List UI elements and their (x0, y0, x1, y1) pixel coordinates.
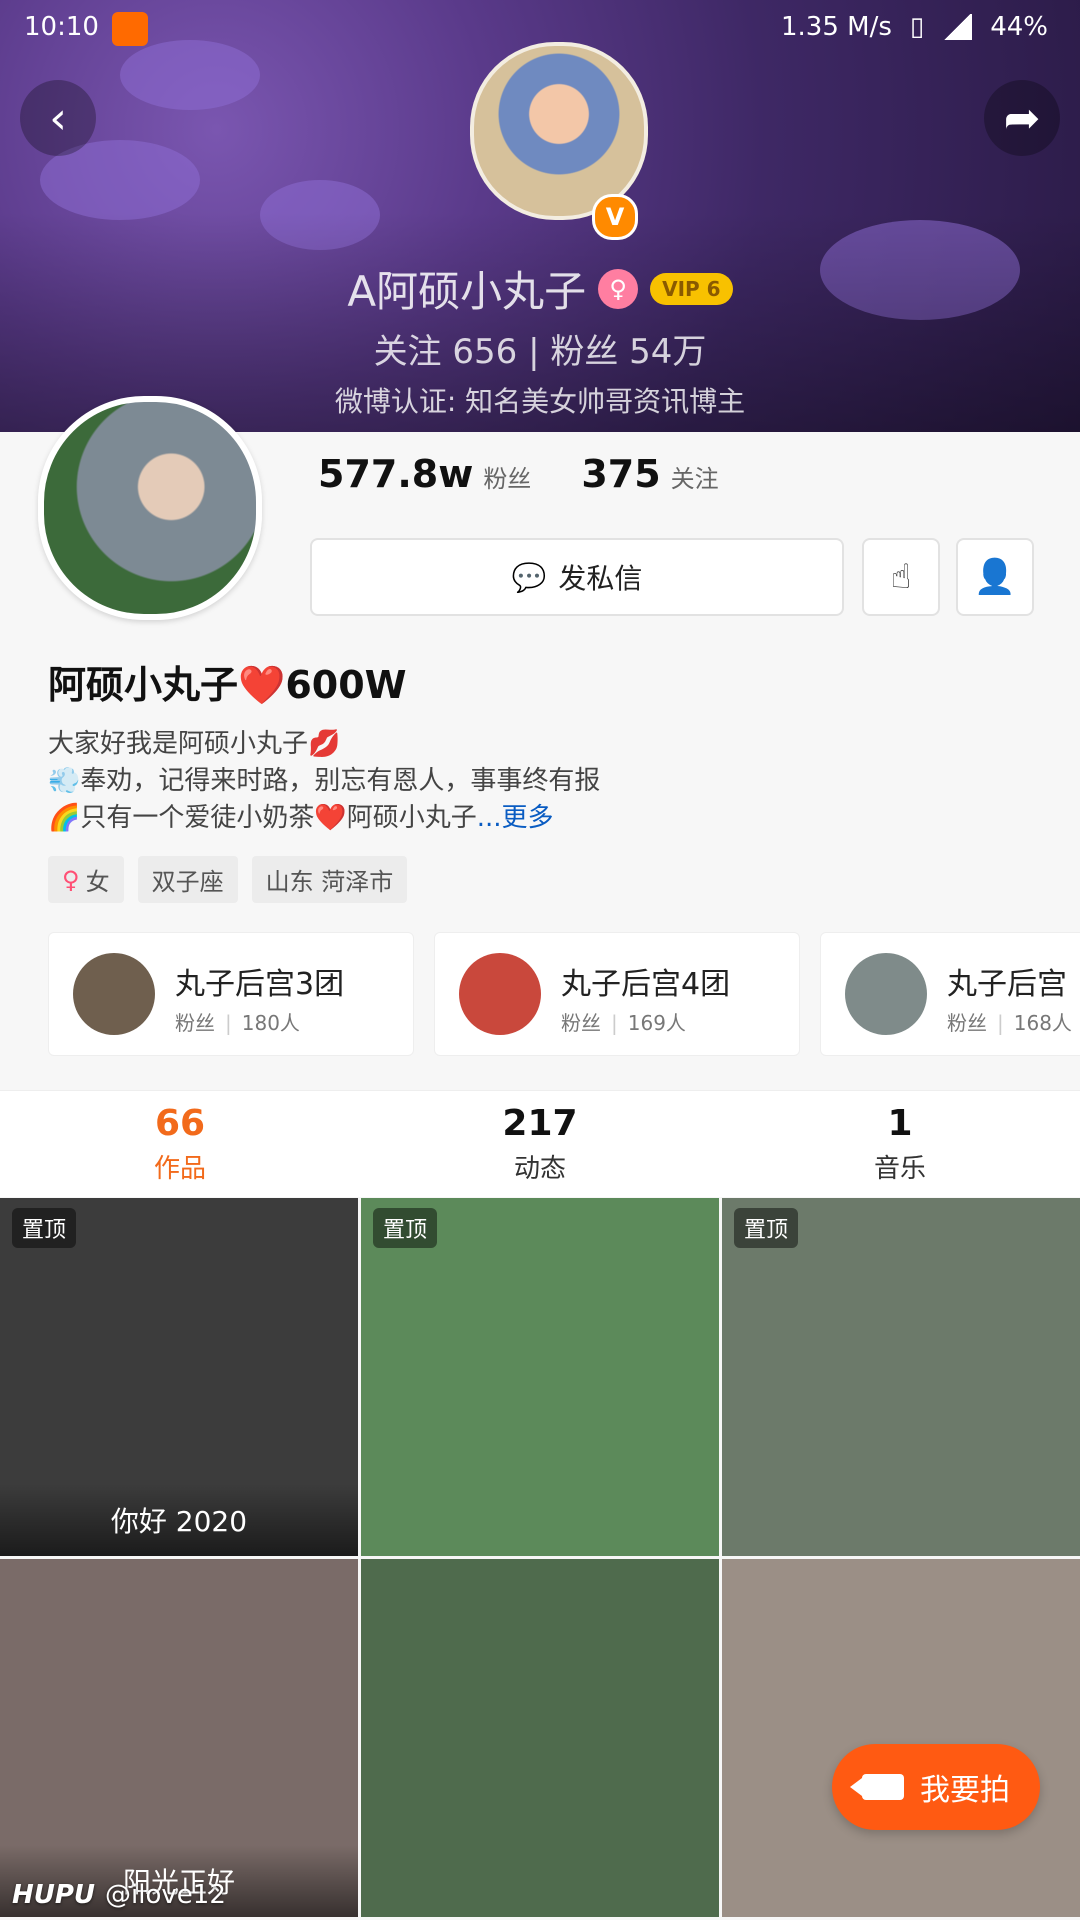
camera-icon (850, 1774, 904, 1800)
tab-updates[interactable]: 217 动态 (360, 1091, 720, 1197)
following-stat[interactable]: 375 关注 (581, 452, 718, 496)
fan-group-count: 169人 (627, 1011, 686, 1035)
fan-groups: 丸子后宫3团 粉丝 | 180人 丸子后宫4团 粉丝 | 169人 丸子后宫 粉丝 | 16… (48, 932, 1080, 1056)
watermark-handle: @ilove12 (105, 1880, 226, 1910)
tab-music[interactable]: 1 音乐 (720, 1091, 1080, 1197)
network-speed: 1.35 M/s (780, 12, 892, 42)
fans-stat[interactable]: 577.8w 粉丝 (318, 452, 531, 496)
female-icon: ♀ (598, 268, 639, 309)
profile-bio: 大家好我是阿硕小丸子💋 💨奉劝，记得来时路，别忘有恩人，事事终有报 🌈只有一个爱… (48, 726, 600, 837)
record-button[interactable]: 我要拍 (832, 1744, 1040, 1830)
banner-username: A阿硕小丸子 (347, 267, 587, 316)
tab-label: 作品 (153, 1154, 206, 1184)
record-label: 我要拍 (920, 1773, 1010, 1808)
video-thumbnail[interactable]: 置顶 (722, 1198, 1080, 1556)
fans-label: 粉丝 (483, 465, 532, 493)
fan-group-count: 180人 (241, 1011, 300, 1035)
status-right: 1.35 M/s ▯ 44% (781, 12, 1048, 42)
fan-group-card[interactable]: 丸子后宫3团 粉丝 | 180人 (48, 932, 414, 1056)
fan-group-sub: 粉丝 | 169人 (561, 1011, 686, 1035)
following-count: 375 (581, 452, 661, 496)
fan-group-sub: 粉丝 | 180人 (175, 1011, 300, 1035)
profile-name: 阿硕小丸子❤️600W (48, 663, 407, 707)
location-tag: 山东 菏泽市 (251, 856, 408, 903)
profile-banner: 10:10 1.35 M/s ▯ 44% ‹ ➦ V A阿硕小丸子 ♀ VIP … (0, 0, 1080, 432)
chat-icon: 💬 (511, 560, 547, 594)
poke-button[interactable]: ☝ (862, 538, 940, 616)
user-check-icon: 👤 (973, 557, 1017, 597)
back-button[interactable]: ‹ (20, 80, 96, 156)
fan-group-sub-label: 粉丝 (175, 1011, 215, 1035)
banner-follow-stats: 关注 656 | 粉丝 54万 (373, 332, 707, 372)
signal-icon (942, 14, 973, 40)
profile-stats: 577.8w 粉丝 375 关注 (318, 452, 719, 496)
status-time: 10:10 (24, 12, 99, 42)
female-icon: ♀ (62, 865, 80, 894)
tab-works[interactable]: 66 作品 (0, 1091, 360, 1197)
profile-tags: ♀ 女 双子座 山东 菏泽市 (48, 856, 408, 903)
tab-count: 1 (887, 1103, 913, 1144)
fan-group-count: 168人 (1013, 1011, 1072, 1035)
fan-group-card[interactable]: 丸子后宫4团 粉丝 | 169人 (434, 932, 800, 1056)
gender-tag: ♀ 女 (48, 856, 124, 903)
fan-group-title: 丸子后宫 (947, 967, 1067, 1002)
video-thumbnail[interactable]: 置顶 (361, 1198, 719, 1556)
tab-count: 66 (154, 1103, 206, 1144)
fan-group-sub-label: 粉丝 (561, 1011, 601, 1035)
hand-icon: ☝ (890, 557, 912, 597)
fan-group-avatar (73, 953, 155, 1035)
video-thumbnail[interactable]: 阳光正好 (0, 1559, 358, 1917)
chevron-left-icon: ‹ (49, 92, 67, 144)
bio-more-link[interactable]: ...更多 (477, 803, 554, 833)
bio-line: 🌈只有一个爱徒小奶茶❤️阿硕小丸子...更多 (48, 800, 600, 837)
pinned-badge: 置顶 (12, 1208, 77, 1248)
fans-count: 577.8w (318, 452, 474, 496)
tab-count: 217 (502, 1103, 578, 1144)
bio-line: 💨奉劝，记得来时路，别忘有恩人，事事终有报 (48, 766, 601, 796)
verified-badge: V (592, 194, 638, 240)
follow-button[interactable]: 👤 (956, 538, 1034, 616)
battery-level: 44% (990, 12, 1048, 42)
fan-group-sub-label: 粉丝 (947, 1011, 987, 1035)
banner-name-row: A阿硕小丸子 ♀ VIP 6 (0, 258, 1080, 319)
video-caption: 你好 2020 (0, 1484, 358, 1556)
fan-group-sub: 粉丝 | 168人 (947, 1011, 1072, 1035)
fan-group-title: 丸子后宫4团 (561, 967, 731, 1002)
content-tabs: 66 作品 217 动态 1 音乐 (0, 1090, 1080, 1197)
profile-page: 10:10 1.35 M/s ▯ 44% ‹ ➦ V A阿硕小丸子 ♀ VIP … (0, 0, 1080, 1920)
fan-group-title: 丸子后宫3团 (175, 967, 345, 1002)
message-label: 发私信 (558, 562, 643, 595)
vibrate-icon: ▯ (909, 12, 925, 42)
share-button[interactable]: ➦ (984, 80, 1060, 156)
share-icon: ➦ (1003, 92, 1041, 144)
fan-group-avatar (459, 953, 541, 1035)
video-thumbnail[interactable]: 置顶 你好 2020 (0, 1198, 358, 1556)
watermark-brand: HUPU (12, 1880, 96, 1910)
vip-badge: VIP 6 (650, 272, 733, 305)
location-label: 山东 菏泽市 (265, 868, 394, 896)
bio-line-text: 🌈只有一个爱徒小奶茶❤️阿硕小丸子 (48, 803, 477, 833)
zodiac-tag: 双子座 (137, 856, 238, 903)
following-label: 关注 (670, 465, 719, 493)
app-notification-icon (112, 12, 148, 46)
message-button[interactable]: 💬 发私信 (310, 538, 844, 616)
zodiac-label: 双子座 (151, 868, 224, 896)
pinned-badge: 置顶 (734, 1208, 799, 1248)
profile-avatar[interactable] (38, 396, 262, 620)
fan-group-avatar (845, 953, 927, 1035)
fan-group-card[interactable]: 丸子后宫 粉丝 | 168人 (820, 932, 1080, 1056)
tab-label: 音乐 (873, 1154, 926, 1184)
video-thumbnail[interactable] (361, 1559, 719, 1917)
tab-label: 动态 (513, 1154, 566, 1184)
pinned-badge: 置顶 (373, 1208, 438, 1248)
watermark: HUPU @ilove12 (12, 1880, 226, 1910)
bio-line: 大家好我是阿硕小丸子💋 (48, 729, 341, 759)
gender-label: 女 (85, 868, 110, 896)
video-thumbnail[interactable] (722, 1559, 1080, 1917)
